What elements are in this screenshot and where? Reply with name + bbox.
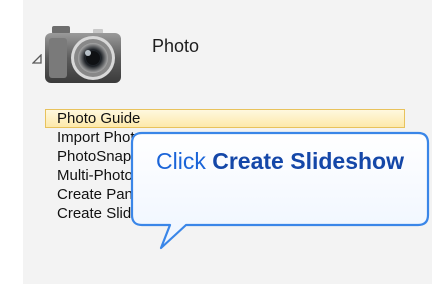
callout-prefix: Click — [156, 148, 213, 174]
instruction-callout: Click Create Slideshow — [130, 131, 432, 262]
expander-triangle-icon[interactable] — [32, 54, 42, 64]
camera-icon — [45, 26, 121, 83]
menu-item-photo-guide[interactable]: Photo Guide — [45, 109, 405, 128]
section-title: Photo — [152, 36, 200, 56]
callout-target: Create Slideshow — [212, 148, 404, 174]
callout-text: Click Create Slideshow — [135, 146, 425, 177]
